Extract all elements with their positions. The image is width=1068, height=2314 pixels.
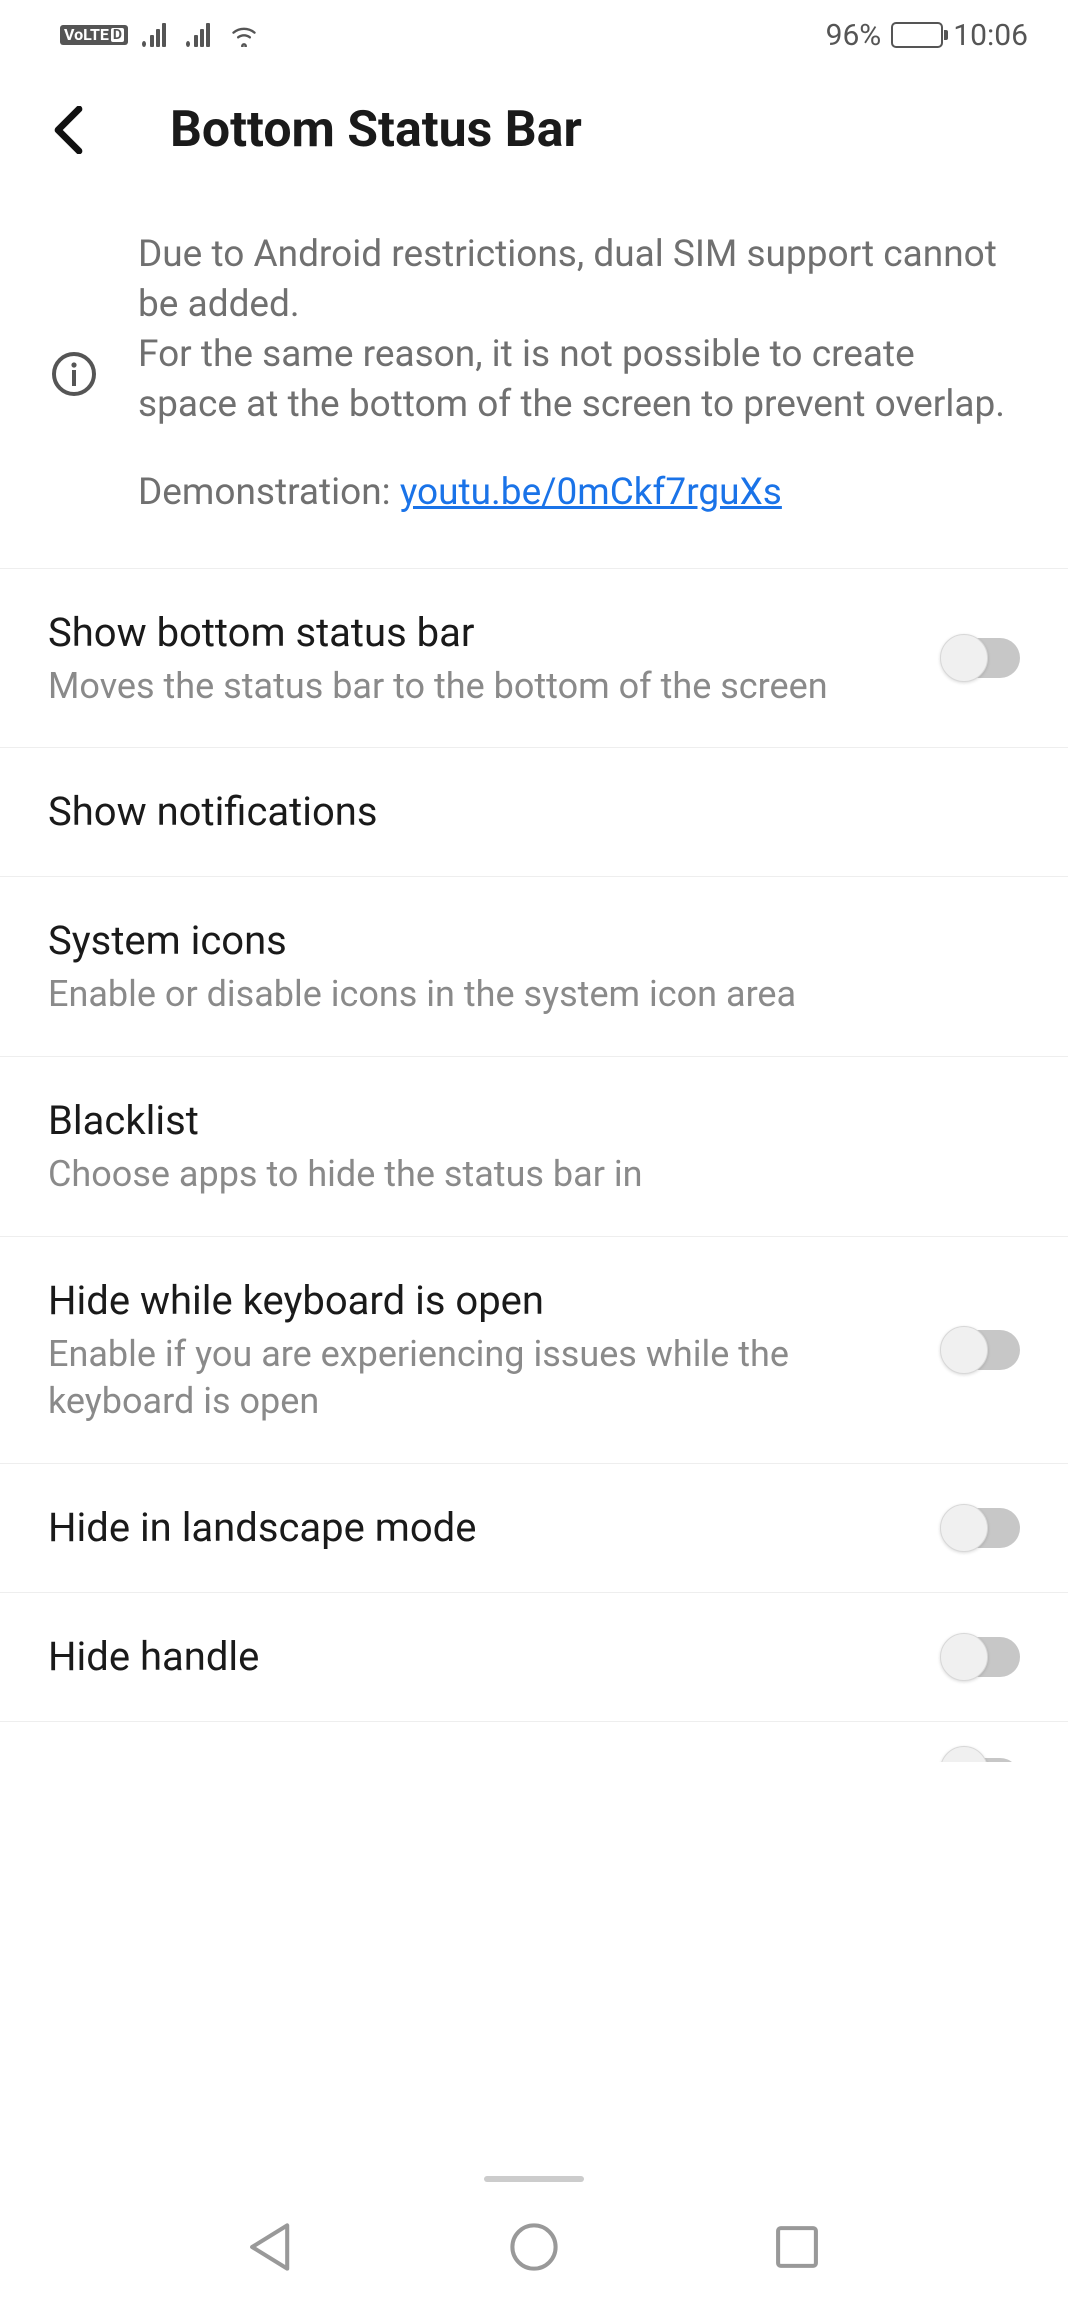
info-icon: [50, 350, 98, 398]
demo-link[interactable]: youtu.be/0mCkf7rguXs: [400, 471, 782, 514]
clock: 10:06: [953, 18, 1028, 53]
row-title: System icons: [48, 915, 1020, 967]
nav-home-button[interactable]: [507, 2220, 561, 2278]
back-button[interactable]: [40, 100, 100, 160]
system-status-bar: VoLTED 96% 10:06: [0, 0, 1068, 70]
toggle-show-bar[interactable]: [942, 638, 1020, 678]
row-hide-while-keyboard[interactable]: Hide while keyboard is open Enable if yo…: [0, 1237, 1068, 1464]
row-sub: Enable or disable icons in the system ic…: [48, 971, 1020, 1018]
info-line2: For the same reason, it is not possible …: [138, 330, 1008, 430]
battery-percent: 96%: [826, 18, 882, 53]
row-hide-handle[interactable]: Hide handle: [0, 1593, 1068, 1722]
row-title: Hide in landscape mode: [48, 1502, 912, 1554]
battery-icon: [891, 22, 943, 48]
row-system-icons[interactable]: System icons Enable or disable icons in …: [0, 877, 1068, 1057]
volte-icon: VoLTED: [60, 25, 128, 45]
row-title: Blacklist: [48, 1095, 1020, 1147]
row-title: Show notifications: [48, 786, 1020, 838]
row-hide-landscape[interactable]: Hide in landscape mode: [0, 1464, 1068, 1593]
row-blacklist[interactable]: Blacklist Choose apps to hide the status…: [0, 1057, 1068, 1237]
nav-back-button[interactable]: [244, 2220, 298, 2278]
nav-bar: [0, 2184, 1068, 2314]
toggle-hide-handle[interactable]: [942, 1637, 1020, 1677]
page-header: Bottom Status Bar: [0, 70, 1068, 200]
row-peek-next: [0, 1722, 1068, 1762]
row-sub: Choose apps to hide the status bar in: [48, 1151, 1020, 1198]
nav-recent-button[interactable]: [770, 2220, 824, 2278]
signal-icon-2: [186, 23, 216, 47]
row-title: Show bottom status bar: [48, 607, 912, 659]
toggle-peek[interactable]: [942, 1732, 1020, 1762]
row-sub: Moves the status bar to the bottom of th…: [48, 663, 912, 710]
row-title: Hide handle: [48, 1631, 912, 1683]
info-line1: Due to Android restrictions, dual SIM su…: [138, 230, 1008, 330]
info-text: Due to Android restrictions, dual SIM su…: [138, 230, 1008, 518]
row-show-notifications[interactable]: Show notifications: [0, 748, 1068, 877]
chevron-left-icon: [52, 106, 88, 154]
nav-handle-indicator: [484, 2176, 584, 2182]
row-show-bottom-status-bar[interactable]: Show bottom status bar Moves the status …: [0, 569, 1068, 749]
toggle-hide-keyboard[interactable]: [942, 1330, 1020, 1370]
status-left-icons: VoLTED: [60, 23, 258, 47]
row-sub: Enable if you are experiencing issues wh…: [48, 1331, 912, 1425]
page-title: Bottom Status Bar: [170, 101, 582, 159]
demo-prefix: Demonstration:: [138, 471, 400, 514]
signal-icon-1: [142, 23, 172, 47]
status-right: 96% 10:06: [826, 18, 1028, 53]
info-demo-line: Demonstration: youtu.be/0mCkf7rguXs: [138, 468, 1008, 518]
toggle-hide-landscape[interactable]: [942, 1508, 1020, 1548]
row-title: Hide while keyboard is open: [48, 1275, 912, 1327]
info-banner: Due to Android restrictions, dual SIM su…: [0, 200, 1068, 569]
wifi-icon: [230, 23, 258, 47]
